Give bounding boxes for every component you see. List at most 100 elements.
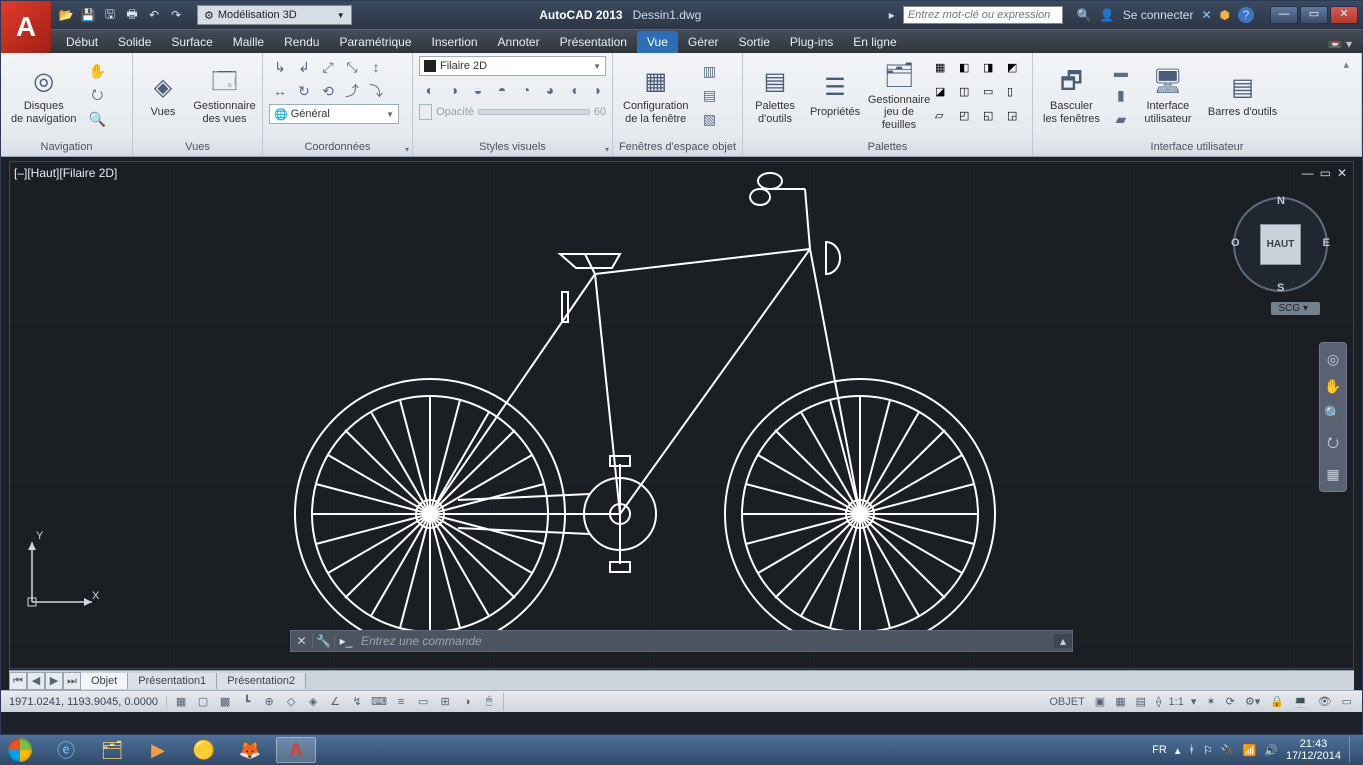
infocenter-arrow-icon[interactable]: ▸ bbox=[889, 8, 895, 22]
tab-parametrique[interactable]: Paramétrique bbox=[329, 31, 421, 53]
tab-insertion[interactable]: Insertion bbox=[422, 31, 488, 53]
navbar-orbit-icon[interactable]: ⭮ bbox=[1327, 432, 1339, 456]
layout-next-icon[interactable]: ▶ bbox=[45, 672, 63, 690]
status-osnap-icon[interactable]: ◇ bbox=[281, 693, 301, 711]
vp-maximize-icon[interactable]: ▭ bbox=[1320, 166, 1331, 180]
qat-undo-icon[interactable]: ↶ bbox=[145, 6, 163, 24]
tab-solide[interactable]: Solide bbox=[108, 31, 161, 53]
taskbar-explorer-icon[interactable]: 🗂 bbox=[92, 737, 132, 763]
tray-bluetooth-icon[interactable]: ᚼ bbox=[1188, 744, 1195, 756]
vp-restore-icon[interactable]: ▧ bbox=[698, 109, 720, 131]
stayconnected-icon[interactable]: ⬢ bbox=[1220, 8, 1230, 22]
vp-named-icon[interactable]: ▥ bbox=[698, 61, 720, 83]
tab-enligne[interactable]: En ligne bbox=[843, 31, 906, 53]
view-manager-button[interactable]: 🗔 Gestionnaire des vues bbox=[193, 64, 256, 127]
opacity-slider[interactable] bbox=[478, 109, 590, 115]
status-lwt-icon[interactable]: ≡ bbox=[391, 693, 411, 711]
navbar-pan-icon[interactable]: ✋ bbox=[1324, 378, 1341, 395]
tab-annoter[interactable]: Annoter bbox=[488, 31, 550, 53]
workspace-combo[interactable]: ⚙ Modélisation 3D ▼ bbox=[197, 5, 352, 25]
signin-label[interactable]: Se connecter bbox=[1123, 8, 1194, 22]
status-coords[interactable]: 1971.0241, 1193.9045, 0.0000 bbox=[1, 696, 167, 708]
tray-network-icon[interactable]: 📶 bbox=[1243, 744, 1257, 757]
viewcube-e[interactable]: E bbox=[1323, 237, 1330, 249]
maximize-button[interactable]: ▭ bbox=[1300, 6, 1328, 24]
cmd-settings-icon[interactable]: 🔧 bbox=[313, 634, 335, 648]
navbar-wheel-icon[interactable]: ◎ bbox=[1327, 351, 1339, 368]
status-model-label[interactable]: OBJET bbox=[1045, 696, 1088, 708]
opacity-toggle[interactable] bbox=[419, 104, 432, 120]
viewcube[interactable]: HAUT N S O E bbox=[1233, 197, 1328, 292]
panel-coord-expand-icon[interactable]: ▾ bbox=[405, 141, 409, 159]
show-desktop-button[interactable] bbox=[1349, 737, 1357, 763]
status-dyn-icon[interactable]: ⌨ bbox=[369, 693, 389, 711]
help-icon[interactable]: ? bbox=[1238, 7, 1254, 23]
bullet-icon[interactable]: 📼 ▾ bbox=[1318, 35, 1362, 53]
tray-clock[interactable]: 21:43 17/12/2014 bbox=[1286, 738, 1341, 762]
navbar-zoom-icon[interactable]: 🔍 bbox=[1324, 405, 1341, 422]
cmd-history-icon[interactable]: ▴ bbox=[1054, 634, 1072, 648]
qat-plot-icon[interactable]: 🖶 bbox=[123, 6, 141, 24]
status-isolate-icon[interactable]: 👁 bbox=[1314, 695, 1336, 708]
status-clean-icon[interactable]: ▭ bbox=[1338, 695, 1356, 708]
qat-save-icon[interactable]: 💾 bbox=[79, 6, 97, 24]
ucs-icon[interactable]: ↳ bbox=[269, 56, 291, 78]
layout-prev-icon[interactable]: ◀ bbox=[27, 672, 45, 690]
close-button[interactable]: ✕ bbox=[1330, 6, 1358, 24]
status-toolbar-lock-icon[interactable]: 🔒 bbox=[1266, 695, 1288, 708]
command-line[interactable]: ✕ 🔧 ▸_ Entrez une commande ▴ bbox=[290, 630, 1073, 652]
nav-wheels-button[interactable]: ◎ Disques de navigation bbox=[7, 64, 80, 127]
status-hardware-icon[interactable]: 💻 bbox=[1290, 695, 1312, 708]
tab-rendu[interactable]: Rendu bbox=[274, 31, 329, 53]
viewcube-n[interactable]: N bbox=[1277, 195, 1285, 207]
tab-plugins[interactable]: Plug-ins bbox=[780, 31, 843, 53]
layout-tab-presentation1[interactable]: Présentation1 bbox=[128, 673, 217, 689]
nav-bar[interactable]: ◎ ✋ 🔍 ⭮ ▦ bbox=[1319, 342, 1347, 492]
tray-showhidden-icon[interactable]: ▴ bbox=[1175, 744, 1181, 757]
status-ducs-icon[interactable]: ↯ bbox=[347, 693, 367, 711]
search-input[interactable] bbox=[903, 6, 1063, 24]
taskbar-autocad-icon[interactable]: A bbox=[276, 737, 316, 763]
viewcube-face[interactable]: HAUT bbox=[1260, 224, 1301, 265]
status-tpy-icon[interactable]: ▭ bbox=[413, 693, 433, 711]
qat-saveas-icon[interactable]: 🖫 bbox=[101, 6, 119, 24]
properties-button[interactable]: ☰ Propriétés bbox=[807, 70, 863, 121]
taskbar-ie-icon[interactable]: ⓔ bbox=[46, 737, 86, 763]
scg-badge[interactable]: SCG ▾ bbox=[1271, 302, 1320, 315]
views-button[interactable]: ◈ Vues bbox=[139, 70, 187, 121]
qat-open-icon[interactable]: 📂 bbox=[57, 6, 75, 24]
navbar-showmotion-icon[interactable]: ▦ bbox=[1326, 466, 1339, 483]
vp-close-icon[interactable]: ✕ bbox=[1337, 166, 1347, 180]
tab-vue[interactable]: Vue bbox=[637, 31, 678, 53]
start-button[interactable] bbox=[0, 735, 40, 765]
ui-button[interactable]: 🖥 Interface utilisateur bbox=[1138, 64, 1198, 127]
panel-styles-expand-icon[interactable]: ▾ bbox=[605, 141, 609, 159]
tab-debut[interactable]: Début bbox=[56, 31, 108, 53]
cascade-icon[interactable]: ▰ bbox=[1110, 109, 1132, 131]
status-sc-icon[interactable]: ◑ bbox=[457, 693, 477, 711]
sheetset-button[interactable]: 🗂 Gestionnaire jeu de feuilles bbox=[869, 58, 929, 134]
status-infer-icon[interactable]: ▦ bbox=[171, 693, 191, 711]
app-menu-button[interactable]: A bbox=[1, 1, 51, 53]
viewcube-s[interactable]: S bbox=[1277, 282, 1284, 294]
tool-palettes-button[interactable]: ▤ Palettes d'outils bbox=[749, 64, 801, 127]
signin-icon[interactable]: 👤 bbox=[1100, 8, 1115, 22]
vp-join-icon[interactable]: ▤ bbox=[698, 85, 720, 107]
tray-volume-icon[interactable]: 🔊 bbox=[1264, 744, 1278, 757]
status-snap-icon[interactable]: ▢ bbox=[193, 693, 213, 711]
cmd-close-icon[interactable]: ✕ bbox=[291, 634, 313, 648]
status-3dosnap-icon[interactable]: ◈ bbox=[303, 693, 323, 711]
tile-v-icon[interactable]: ▮ bbox=[1110, 85, 1132, 107]
status-annovis-icon[interactable]: ✶ bbox=[1202, 695, 1219, 708]
status-annoauto-icon[interactable]: ⟳ bbox=[1222, 695, 1239, 708]
taskbar-wmp-icon[interactable]: ▶ bbox=[138, 737, 178, 763]
ribbon-collapse-icon[interactable]: ▴ bbox=[1337, 56, 1355, 73]
taskbar-chrome-icon[interactable]: 🟡 bbox=[184, 737, 224, 763]
tab-presentation[interactable]: Présentation bbox=[550, 31, 637, 53]
status-ortho-icon[interactable]: ┗ bbox=[237, 693, 257, 711]
status-ws-icon[interactable]: ⚙▾ bbox=[1241, 695, 1264, 708]
status-qv-drawings-icon[interactable]: ▤ bbox=[1132, 695, 1150, 708]
visual-style-combo[interactable]: Filaire 2D ▼ bbox=[419, 56, 606, 76]
toolbars-button[interactable]: ▤ Barres d'outils bbox=[1204, 70, 1281, 121]
layout-tab-objet[interactable]: Objet bbox=[81, 673, 128, 689]
